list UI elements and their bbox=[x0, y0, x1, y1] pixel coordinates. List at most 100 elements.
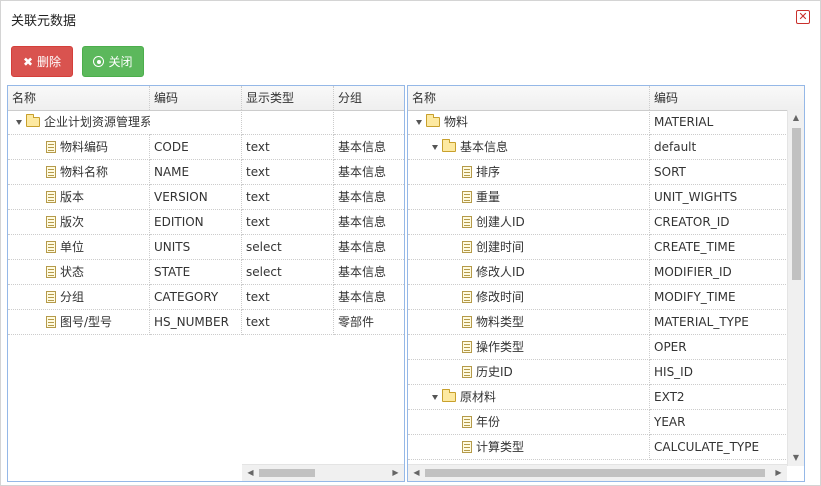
tree-row[interactable]: 创建时间 CREATE_TIME bbox=[408, 235, 788, 260]
right-grid-header: 名称 编码 bbox=[408, 86, 804, 111]
cell-text: EXT2 bbox=[654, 390, 685, 404]
tree-row[interactable]: 物料类型 MATERIAL_TYPE bbox=[408, 310, 788, 335]
cell-text: CREATOR_ID bbox=[654, 215, 730, 229]
header-name[interactable]: 名称 bbox=[8, 86, 150, 110]
tree-row[interactable]: 原材料 EXT2 bbox=[408, 385, 788, 410]
expand-triangle-icon[interactable] bbox=[432, 395, 438, 400]
node-label: 物料类型 bbox=[476, 315, 525, 329]
cell-name: 状态 bbox=[8, 260, 150, 285]
expand-triangle-icon[interactable] bbox=[432, 145, 438, 150]
circle-dot-icon bbox=[93, 56, 105, 67]
cell-name: 物料编码 bbox=[8, 135, 150, 160]
tree-row[interactable]: 修改时间 MODIFY_TIME bbox=[408, 285, 788, 310]
table-row[interactable]: 状态 STATE select 基本信息 bbox=[8, 260, 404, 285]
hscroll-thumb[interactable] bbox=[259, 469, 315, 477]
dialog-close-icon[interactable]: ✕ bbox=[796, 10, 810, 24]
tree-row[interactable]: 基本信息 default bbox=[408, 135, 788, 160]
header-display-type[interactable]: 显示类型 bbox=[242, 86, 334, 110]
header-code[interactable]: 编码 bbox=[650, 86, 804, 110]
cell-text: 基本信息 bbox=[338, 240, 387, 254]
vscroll-thumb[interactable] bbox=[792, 128, 801, 280]
table-row[interactable]: 单位 UNITS select 基本信息 bbox=[8, 235, 404, 260]
document-icon bbox=[462, 341, 472, 353]
cell-text: NAME bbox=[154, 165, 190, 179]
node-label: 分组 bbox=[60, 290, 85, 304]
tree-row[interactable]: 创建人ID CREATOR_ID bbox=[408, 210, 788, 235]
right-vscrollbar[interactable]: ▲ ▼ bbox=[787, 110, 804, 466]
cell-name: 原材料 bbox=[408, 385, 650, 410]
document-icon bbox=[462, 166, 472, 178]
cell-name: 版本 bbox=[8, 185, 150, 210]
node-label: 图号/型号 bbox=[60, 315, 113, 329]
cell-code: VERSION bbox=[150, 185, 242, 210]
expand-triangle-icon[interactable] bbox=[416, 120, 422, 125]
cell-code: SORT bbox=[650, 160, 788, 185]
hscroll-thumb[interactable] bbox=[425, 469, 765, 477]
folder-icon bbox=[26, 114, 40, 127]
right-hscrollbar[interactable]: ◀ ▶ bbox=[408, 464, 787, 481]
tree-row[interactable]: 修改人ID MODIFIER_ID bbox=[408, 260, 788, 285]
cell-text: UNIT_WIGHTS bbox=[654, 190, 738, 204]
delete-button-label: 删除 bbox=[37, 55, 62, 69]
tree-row[interactable]: 物料 MATERIAL bbox=[408, 110, 788, 135]
document-icon bbox=[46, 266, 56, 278]
document-icon bbox=[462, 191, 472, 203]
table-row[interactable]: 物料名称 NAME text 基本信息 bbox=[8, 160, 404, 185]
document-icon bbox=[462, 291, 472, 303]
document-icon bbox=[462, 216, 472, 228]
cell-text: CODE bbox=[154, 140, 189, 154]
table-row[interactable]: 图号/型号 HS_NUMBER text 零部件 bbox=[8, 310, 404, 335]
header-code[interactable]: 编码 bbox=[150, 86, 242, 110]
tree-row[interactable]: 排序 SORT bbox=[408, 160, 788, 185]
table-row[interactable]: 版次 EDITION text 基本信息 bbox=[8, 210, 404, 235]
left-grid: 名称 编码 显示类型 分组 企业计划资源管理系物料编码 CODE text 基本信息 物… bbox=[7, 85, 405, 482]
cell-code: STATE bbox=[150, 260, 242, 285]
cell-code: MATERIAL_TYPE bbox=[650, 310, 788, 335]
cell-text: text bbox=[246, 215, 270, 229]
scroll-right-arrow-icon[interactable]: ▶ bbox=[387, 465, 404, 481]
close-button[interactable]: 关闭 bbox=[82, 46, 144, 77]
scroll-right-arrow-icon[interactable]: ▶ bbox=[770, 465, 787, 481]
tree-row[interactable]: 年份 YEAR bbox=[408, 410, 788, 435]
header-group[interactable]: 分组 bbox=[334, 86, 404, 110]
cell-name: 物料 bbox=[408, 110, 650, 135]
tree-row[interactable]: 历史ID HIS_ID bbox=[408, 360, 788, 385]
dialog: 关联元数据 ✕ ✖ 删除 关闭 名称 编码 显示类型 分组 企业计划资源管理系 物料… bbox=[0, 0, 821, 486]
left-hscrollbar[interactable]: ◀ ▶ bbox=[242, 464, 404, 481]
cell-text: HS_NUMBER bbox=[154, 315, 229, 329]
cell-type: text bbox=[242, 185, 334, 210]
cell-name: 修改人ID bbox=[408, 260, 650, 285]
cell-type: text bbox=[242, 310, 334, 335]
cell-text: 基本信息 bbox=[338, 215, 387, 229]
document-icon bbox=[46, 241, 56, 253]
cell-type: select bbox=[242, 235, 334, 260]
cell-type: text bbox=[242, 210, 334, 235]
node-label: 物料 bbox=[444, 115, 469, 129]
cell-name: 计算类型 bbox=[408, 435, 650, 460]
scroll-left-arrow-icon[interactable]: ◀ bbox=[408, 465, 425, 481]
cell-text: select bbox=[246, 265, 282, 279]
scroll-left-arrow-icon[interactable]: ◀ bbox=[242, 465, 259, 481]
header-name[interactable]: 名称 bbox=[408, 86, 650, 110]
cell-code: MODIFY_TIME bbox=[650, 285, 788, 310]
tree-row[interactable]: 操作类型 OPER bbox=[408, 335, 788, 360]
node-label: 物料编码 bbox=[60, 140, 109, 154]
node-label: 操作类型 bbox=[476, 340, 525, 354]
expand-triangle-icon[interactable] bbox=[16, 120, 22, 125]
scroll-up-arrow-icon[interactable]: ▲ bbox=[788, 110, 804, 126]
scroll-down-arrow-icon[interactable]: ▼ bbox=[788, 450, 804, 466]
tree-row[interactable]: 计算类型 CALCULATE_TYPE bbox=[408, 435, 788, 460]
tree-row-root[interactable]: 企业计划资源管理系 bbox=[8, 110, 404, 135]
cell-name: 物料名称 bbox=[8, 160, 150, 185]
cell-code: UNIT_WIGHTS bbox=[650, 185, 788, 210]
table-row[interactable]: 物料编码 CODE text 基本信息 bbox=[8, 135, 404, 160]
delete-button[interactable]: ✖ 删除 bbox=[11, 46, 73, 77]
table-row[interactable]: 分组 CATEGORY text 基本信息 bbox=[8, 285, 404, 310]
document-icon bbox=[46, 216, 56, 228]
table-row[interactable]: 版本 VERSION text 基本信息 bbox=[8, 185, 404, 210]
cell-name: 基本信息 bbox=[408, 135, 650, 160]
tree-row[interactable]: 重量 UNIT_WIGHTS bbox=[408, 185, 788, 210]
node-label: 版次 bbox=[60, 215, 85, 229]
cell-text: 基本信息 bbox=[338, 165, 387, 179]
cell-name: 创建人ID bbox=[408, 210, 650, 235]
